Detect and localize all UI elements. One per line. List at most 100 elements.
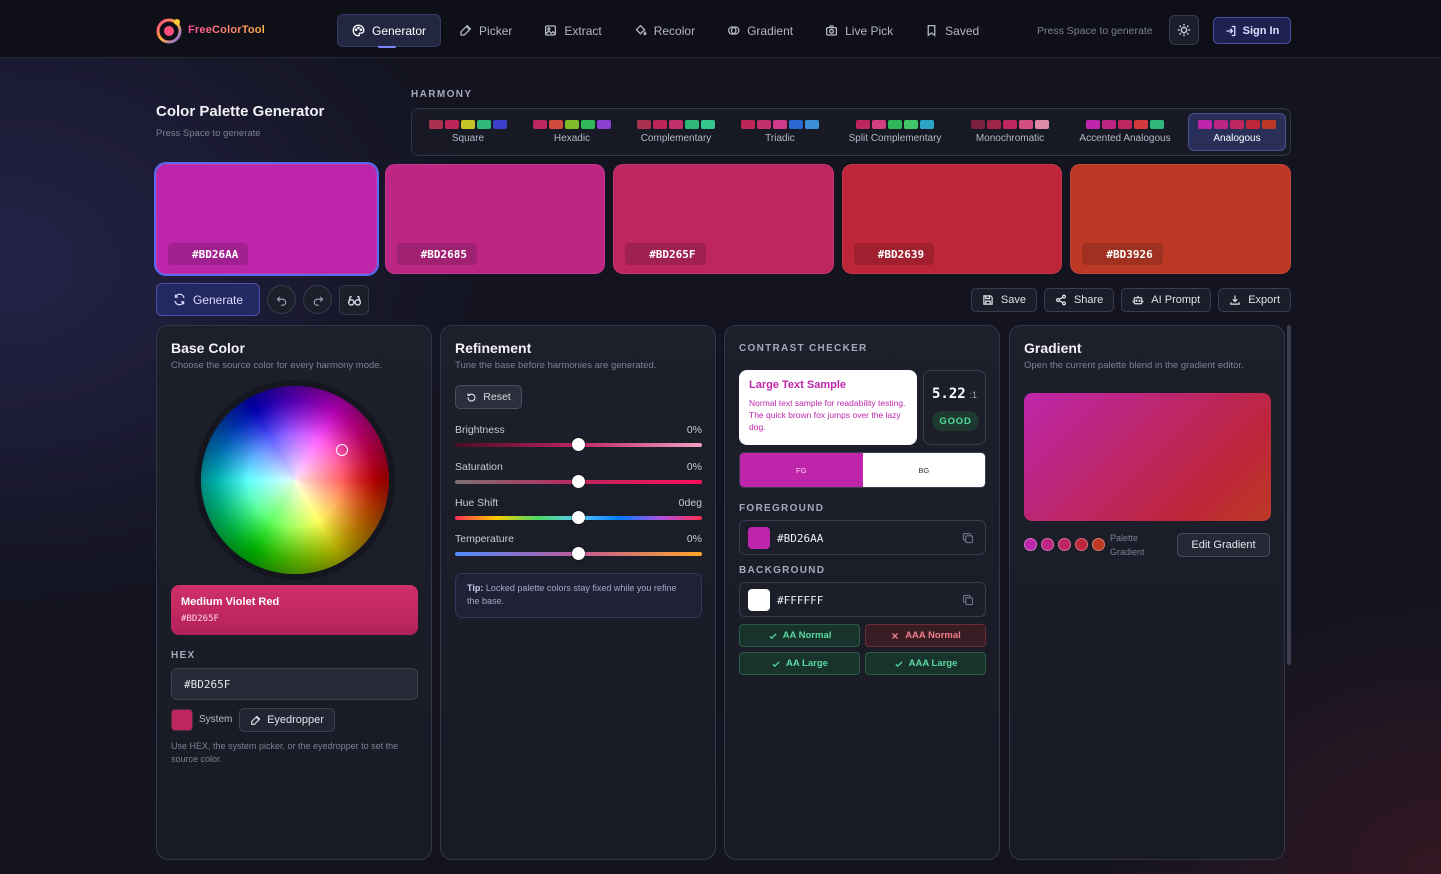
slider-label: Hue Shift [455,497,499,509]
palette-color-card[interactable]: #BD265F [613,164,834,274]
harmony-option-analogous[interactable]: Analogous [1188,113,1286,151]
harmony-swatch [1134,120,1148,129]
caption-line: Palette [1110,533,1139,543]
harmony-swatch [872,120,886,129]
eyedropper-button[interactable]: Eyedropper [239,708,335,732]
export-button[interactable]: Export [1218,288,1291,312]
color-hex: #BD265F [181,614,219,624]
ai-prompt-button[interactable]: AI Prompt [1121,288,1212,312]
ai-prompt-label: AI Prompt [1151,294,1201,306]
nav-saved[interactable]: Saved [911,14,993,47]
harmony-swatch [1019,120,1033,129]
foreground-swatch[interactable] [748,527,770,549]
background-value[interactable]: #FFFFFF [777,594,823,607]
color-wheel[interactable] [201,386,389,574]
undo-icon [276,296,286,306]
share-button[interactable]: Share [1043,288,1115,312]
palette-color-card[interactable]: #BD2685 [384,164,606,274]
foreground-field[interactable]: #BD26AA [739,520,986,555]
nav-live-pick[interactable]: Live Pick [811,14,907,47]
slider-thumb[interactable] [572,511,585,524]
slider-thumb[interactable] [572,475,585,488]
harmony-option-split-complementary[interactable]: Split Complementary [832,113,958,151]
caption-line: Gradient [1110,547,1145,557]
gradient-preview[interactable] [1024,393,1271,521]
harmony-option-triadic[interactable]: Triadic [728,113,832,151]
harmony-swatch [1214,120,1228,129]
fg-bg-preview[interactable]: FG BG [739,452,986,488]
wcag-results: AA Normal AAA Normal AA Large AAA Large [739,624,986,675]
nav-generator[interactable]: Generator [337,14,442,48]
brand-logo[interactable]: FreeColorTool [156,16,265,44]
redo-button[interactable] [303,285,332,314]
palette-hex-label[interactable]: #BD265F [625,243,706,265]
save-button[interactable]: Save [970,288,1037,312]
palette-color-card[interactable]: #BD26AA [154,162,379,276]
harmony-swatch [971,120,985,129]
page-scrollbar[interactable] [1287,325,1291,665]
brand-name: FreeColorTool [188,24,265,36]
slider-thumb[interactable] [572,547,585,560]
palette-hex-label[interactable]: #BD26AA [168,243,249,265]
harmony-swatch [685,120,699,129]
pipette-icon [251,715,261,725]
nav-picker[interactable]: Picker [445,14,526,47]
blend-icon [728,26,740,35]
harmony-option-square[interactable]: Square [416,113,520,151]
sign-in-button[interactable]: Sign In [1213,17,1291,44]
reset-button[interactable]: Reset [455,385,522,409]
nav-recolor[interactable]: Recolor [620,14,709,47]
panel-subtitle: Open the current palette blend in the gr… [1024,360,1244,371]
base-help-text: Use HEX, the system picker, or the eyedr… [171,741,399,764]
fg-preview[interactable]: FG [740,453,863,487]
background-swatch[interactable] [748,589,770,611]
harmony-swatches [856,120,934,129]
generate-button[interactable]: Generate [156,283,260,316]
harmony-option-monochromatic[interactable]: Monochromatic [958,113,1062,151]
copy-icon[interactable] [962,594,974,606]
slider-thumb[interactable] [572,438,585,451]
palette-color-card[interactable]: #BD3926 [1070,164,1291,274]
harmony-swatch [856,120,870,129]
nav-gradient[interactable]: Gradient [713,14,807,47]
harmony-swatch [888,120,902,129]
background-field[interactable]: #FFFFFF [739,582,986,617]
nav-extract[interactable]: Extract [530,14,615,47]
harmony-name: Analogous [1213,133,1261,144]
undo-button[interactable] [267,285,296,314]
color-name: Medium Violet Red [181,596,280,608]
palette-hex-label[interactable]: #BD2685 [396,243,477,265]
harmony-swatch [597,120,611,129]
harmony-option-complementary[interactable]: Complementary [624,113,728,151]
foreground-value[interactable]: #BD26AA [777,532,823,545]
palette-hex-label[interactable]: #BD3926 [1082,243,1163,265]
tip-text: Locked palette colors stay fixed while y… [467,583,677,606]
wcag-aa-normal-badge: AA Normal [739,624,860,647]
badge-label: AAA Normal [905,630,961,641]
slider-value: 0% [686,461,702,473]
system-color-picker[interactable] [171,709,193,731]
palette-color-card[interactable]: #BD2639 [841,164,1063,274]
refinement-panel: Refinement Tune the base before harmonie… [440,325,716,860]
harmony-label: HARMONY [411,89,473,100]
edit-gradient-button[interactable]: Edit Gradient [1177,533,1270,557]
x-icon [892,632,899,639]
hex-input[interactable] [171,668,418,700]
gradient-color-dots [1024,538,1105,551]
wcag-aaa-large-badge: AAA Large [865,652,986,675]
harmony-swatch [653,120,667,129]
harmony-swatch [477,120,491,129]
harmony-option-hexadic[interactable]: Hexadic [520,113,624,151]
palette-hex-label[interactable]: #BD2639 [853,243,935,265]
theme-toggle-button[interactable] [1169,15,1199,45]
nav-label: Extract [564,23,602,38]
harmony-swatch [1150,120,1164,129]
color-blind-view-button[interactable] [339,285,369,315]
login-icon [1226,25,1236,36]
harmony-swatch [741,120,755,129]
color-wheel-handle[interactable] [336,444,348,456]
harmony-swatch [773,120,787,129]
copy-icon[interactable] [962,532,974,544]
bg-preview[interactable]: BG [862,453,985,487]
harmony-option-accented-analogous[interactable]: Accented Analogous [1062,113,1188,151]
